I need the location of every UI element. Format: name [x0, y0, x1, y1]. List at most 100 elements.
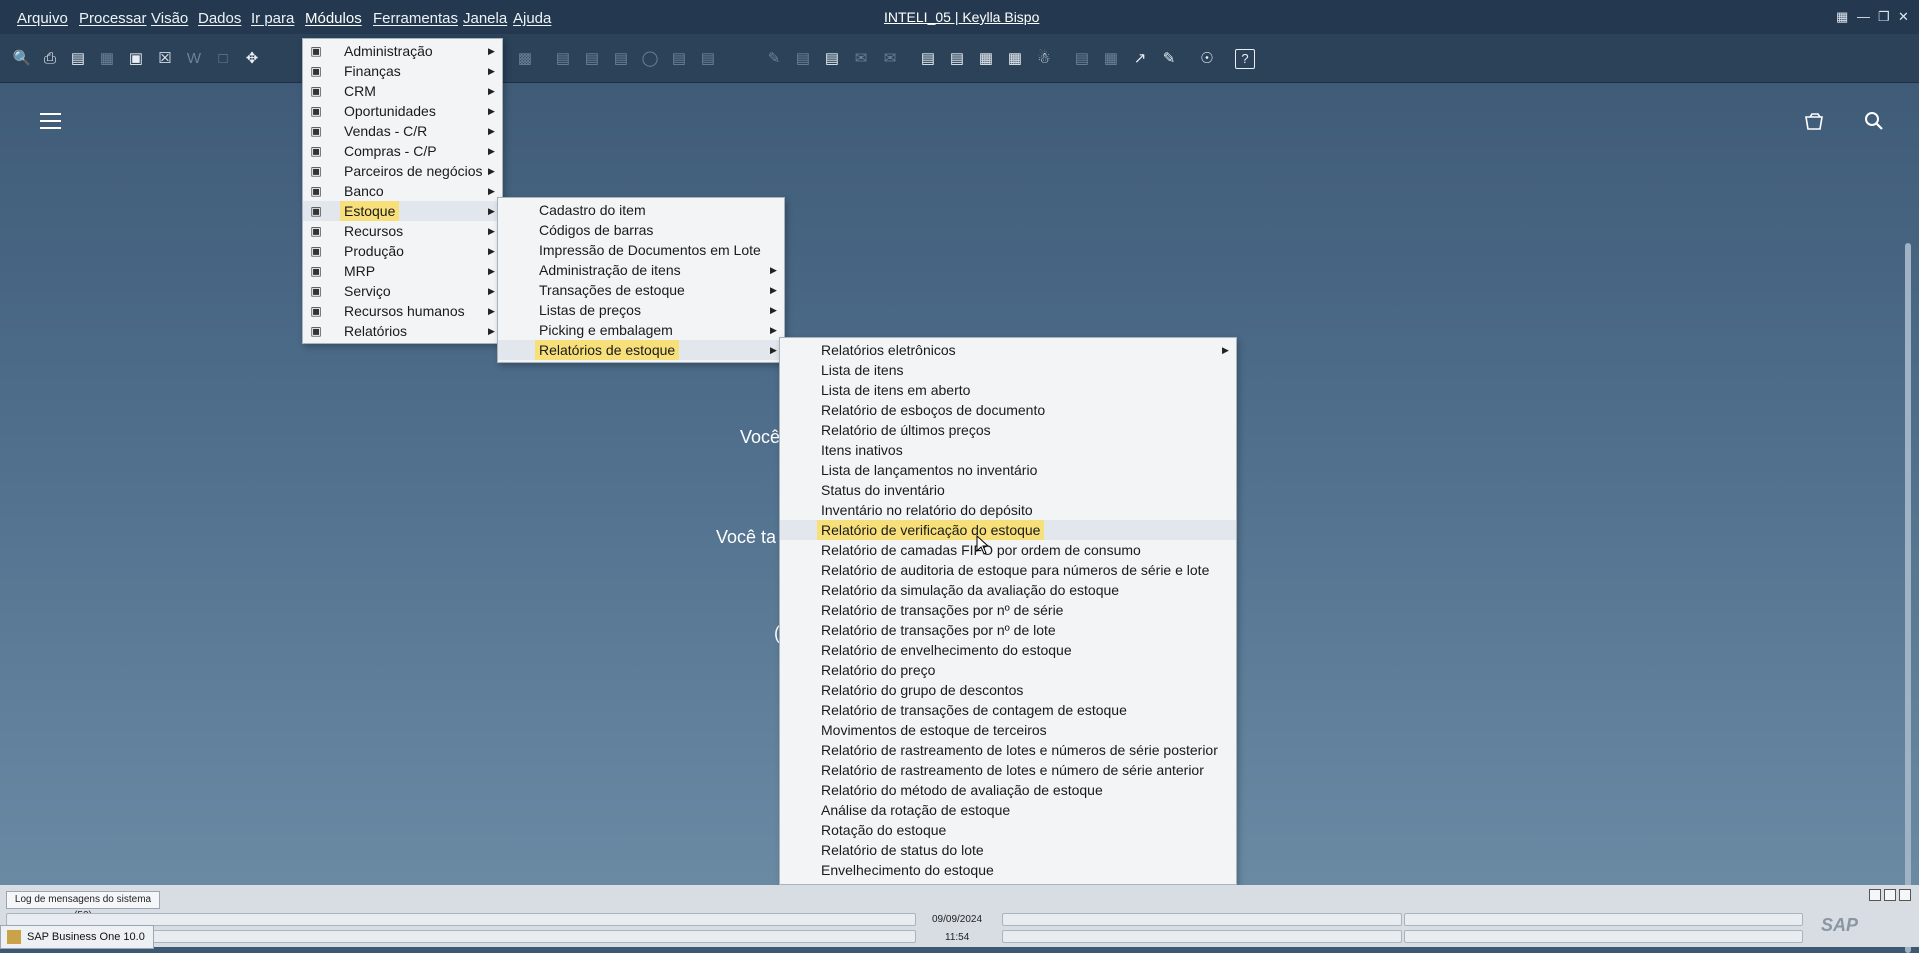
tool-icon-15[interactable]: ▤	[1072, 49, 1092, 69]
stock-reports-menu-item[interactable]: Itens inativos	[780, 440, 1236, 460]
stock-reports-menu-item[interactable]: Relatório de rastreamento de lotes e núm…	[780, 740, 1236, 760]
hamburger-menu-icon[interactable]	[40, 113, 61, 129]
stock-menu-item[interactable]: Relatórios de estoque ▶	[498, 340, 784, 360]
main-scrollbar[interactable]	[1905, 243, 1911, 953]
stock-menu-item[interactable]: Cadastro do item	[498, 200, 784, 220]
tool-icon-14[interactable]: ▤	[947, 49, 967, 69]
stock-reports-menu-item[interactable]: Rotação do estoque	[780, 820, 1236, 840]
tool-icon-16[interactable]: ▦	[1101, 49, 1121, 69]
stock-menu-item[interactable]: Listas de preços ▶	[498, 300, 784, 320]
stock-menu-item[interactable]: Administração de itens ▶	[498, 260, 784, 280]
tool-icon-17[interactable]: ↗	[1130, 49, 1150, 69]
modules-menu-item[interactable]: ▣ Recursos humanos ▶	[303, 301, 502, 321]
modules-menu-item[interactable]: ▣ Recursos ▶	[303, 221, 502, 241]
tool-icon-3[interactable]: ▤	[582, 49, 602, 69]
tool-icon-5[interactable]: ◯	[640, 49, 660, 69]
taskbar-app-button[interactable]: SAP Business One 10.0	[0, 925, 154, 949]
box-icon[interactable]	[1804, 113, 1824, 131]
stock-reports-menu-item[interactable]: Relatório de verificação do estoque	[780, 520, 1236, 540]
modules-menu-item[interactable]: ▣ Produção ▶	[303, 241, 502, 261]
menu-dados[interactable]: Dados	[198, 10, 241, 27]
modules-menu-item[interactable]: ▣ MRP ▶	[303, 261, 502, 281]
globe-icon[interactable]: ☉	[1197, 49, 1217, 69]
stock-reports-menu-item[interactable]: Relatório de transações por nº de lote	[780, 620, 1236, 640]
stock-reports-menu-item[interactable]: Relatório de rastreamento de lotes e núm…	[780, 760, 1236, 780]
modules-menu-item[interactable]: ▣ Serviço ▶	[303, 281, 502, 301]
modules-menu-item[interactable]: ▣ Banco ▶	[303, 181, 502, 201]
stock-reports-menu-item[interactable]: Relatório de transações de contagem de e…	[780, 700, 1236, 720]
stock-reports-menu-item[interactable]: Lista de itens	[780, 360, 1236, 380]
user-icon[interactable]: ☃	[1034, 49, 1054, 69]
word-icon[interactable]: W	[184, 49, 204, 69]
restore-icon[interactable]: ❐	[1878, 9, 1890, 25]
panel-maximize-icon[interactable]	[1884, 889, 1896, 901]
stock-menu-item[interactable]: Códigos de barras	[498, 220, 784, 240]
stock-reports-menu-item[interactable]: Relatório de esboços de documento	[780, 400, 1236, 420]
stock-reports-menu-item[interactable]: Relatório do método de avaliação de esto…	[780, 780, 1236, 800]
stock-reports-menu-item[interactable]: Relatório de transações por nº de série	[780, 600, 1236, 620]
print-preview-icon[interactable]: ▤	[68, 49, 88, 69]
help-icon[interactable]: ?	[1235, 49, 1255, 69]
stock-reports-menu-item[interactable]: Análise da rotação de estoque	[780, 800, 1236, 820]
modules-menu-item[interactable]: ▣ Finanças ▶	[303, 61, 502, 81]
panel-restore-icon[interactable]	[1869, 889, 1881, 901]
minimize-icon[interactable]: —	[1857, 9, 1870, 24]
stock-menu-item[interactable]: Impressão de Documentos em Lote	[498, 240, 784, 260]
stock-reports-menu-item[interactable]: Lista de lançamentos no inventário	[780, 460, 1236, 480]
tool-icon-7[interactable]: ▤	[698, 49, 718, 69]
menu-ferramentas[interactable]: Ferramentas	[373, 10, 458, 27]
tool-icon-9[interactable]: ▤	[793, 49, 813, 69]
menu-processar[interactable]: Processar	[79, 10, 147, 27]
stock-reports-menu-item[interactable]: Relatório de camadas FIFO por ordem de c…	[780, 540, 1236, 560]
modules-menu-item[interactable]: ▣ Vendas - C/R ▶	[303, 121, 502, 141]
panel-close-icon[interactable]	[1899, 889, 1911, 901]
menu-arquivo[interactable]: Arquivo	[17, 10, 68, 27]
search-icon[interactable]	[1864, 111, 1884, 131]
modules-menu-item[interactable]: ▣ Oportunidades ▶	[303, 101, 502, 121]
tool-icon-10[interactable]: ▤	[822, 49, 842, 69]
pdf-icon[interactable]: □	[213, 49, 233, 69]
stock-reports-menu-item[interactable]: Envelhecimento do estoque	[780, 860, 1236, 880]
calculator-icon[interactable]: ▦	[976, 49, 996, 69]
send-icon[interactable]: ▣	[126, 49, 146, 69]
stock-reports-menu-item[interactable]: Lista de itens em aberto	[780, 380, 1236, 400]
tool-icon-13[interactable]: ▤	[918, 49, 938, 69]
stock-reports-menu-item[interactable]: Relatórios eletrônicos ▶	[780, 340, 1236, 360]
stock-reports-menu-item[interactable]: Relatório de envelhecimento do estoque	[780, 640, 1236, 660]
modules-menu-item[interactable]: ▣ CRM ▶	[303, 81, 502, 101]
modules-menu-item[interactable]: ▣ Administração ▶	[303, 41, 502, 61]
stock-reports-menu-item[interactable]: Relatório do preço	[780, 660, 1236, 680]
system-message-log-tab[interactable]: Log de mensagens do sistema (50)	[6, 891, 160, 921]
stock-reports-menu-item[interactable]: Relatório de auditoria de estoque para n…	[780, 560, 1236, 580]
tool-icon-6[interactable]: ▤	[669, 49, 689, 69]
preview-icon[interactable]: 🔍	[12, 49, 32, 69]
menu-modulos[interactable]: Módulos	[305, 10, 362, 27]
stock-reports-menu-item[interactable]: Relatório de status do lote	[780, 840, 1236, 860]
stock-reports-menu-item[interactable]: Inventário no relatório do depósito	[780, 500, 1236, 520]
stock-reports-menu-item[interactable]: Relatório do grupo de descontos	[780, 680, 1236, 700]
modules-menu-item[interactable]: ▣ Relatórios ▶	[303, 321, 502, 341]
tool-icon-2[interactable]: ▤	[553, 49, 573, 69]
menu-ajuda[interactable]: Ajuda	[513, 10, 551, 27]
tool-icon-4[interactable]: ▤	[611, 49, 631, 69]
export-icon[interactable]: ▦	[97, 49, 117, 69]
stock-menu-item[interactable]: Transações de estoque ▶	[498, 280, 784, 300]
layout-icon[interactable]: ▦	[1836, 9, 1848, 25]
menu-janela[interactable]: Janela	[463, 10, 507, 27]
tool-icon-8[interactable]: ✎	[764, 49, 784, 69]
tool-icon-11[interactable]: ✉	[851, 49, 871, 69]
modules-menu-item[interactable]: ▣ Parceiros de negócios ▶	[303, 161, 502, 181]
menu-visao[interactable]: Visão	[151, 10, 188, 27]
print-icon[interactable]: ⎙	[40, 49, 60, 69]
tool-icon-12[interactable]: ✉	[880, 49, 900, 69]
stock-reports-menu-item[interactable]: Relatório da simulação da avaliação do e…	[780, 580, 1236, 600]
modules-menu-item[interactable]: ▣ Compras - C/P ▶	[303, 141, 502, 161]
stock-reports-menu-item[interactable]: Movimentos de estoque de terceiros	[780, 720, 1236, 740]
tool-icon-1[interactable]: ▩	[515, 49, 535, 69]
stock-reports-menu-item[interactable]: Status do inventário	[780, 480, 1236, 500]
modules-menu-item[interactable]: ▣ Estoque ▶	[303, 201, 502, 221]
close-icon[interactable]: ✕	[1898, 9, 1909, 25]
move-icon[interactable]: ✥	[242, 49, 262, 69]
org-icon[interactable]: ▦	[1005, 49, 1025, 69]
tool-icon-18[interactable]: ✎	[1159, 49, 1179, 69]
